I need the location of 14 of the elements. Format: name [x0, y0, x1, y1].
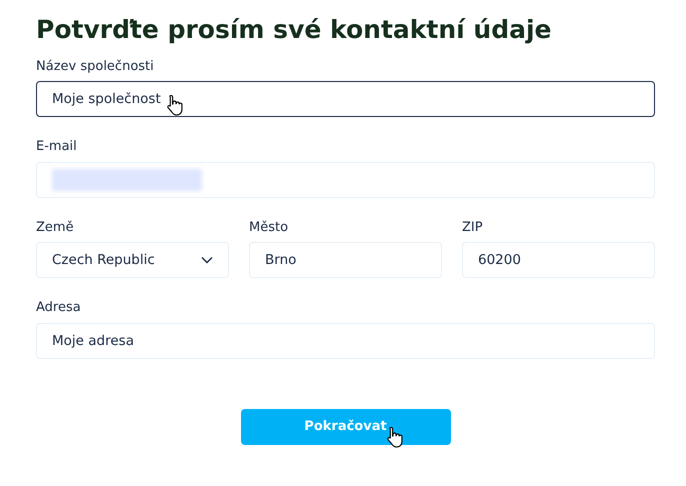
field-label: Země — [36, 220, 75, 236]
field-label: Město — [249, 220, 290, 236]
chevron-down-icon — [201, 256, 213, 264]
input-field[interactable]: 60200 — [462, 242, 655, 278]
field-label: ZIP — [462, 220, 484, 236]
input-field[interactable] — [36, 162, 655, 198]
page-title: Potvrďte prosím své kontaktní údaje — [36, 14, 553, 46]
field-label: E-mail — [36, 139, 78, 155]
field-label: Název společnosti — [36, 58, 155, 74]
input-field[interactable]: Moje společnost — [36, 81, 655, 118]
country-select[interactable]: Czech Republic — [36, 242, 229, 278]
input-field[interactable]: Brno — [249, 242, 442, 278]
field-label: Adresa — [36, 300, 82, 316]
input-field[interactable]: Moje adresa — [36, 322, 655, 359]
